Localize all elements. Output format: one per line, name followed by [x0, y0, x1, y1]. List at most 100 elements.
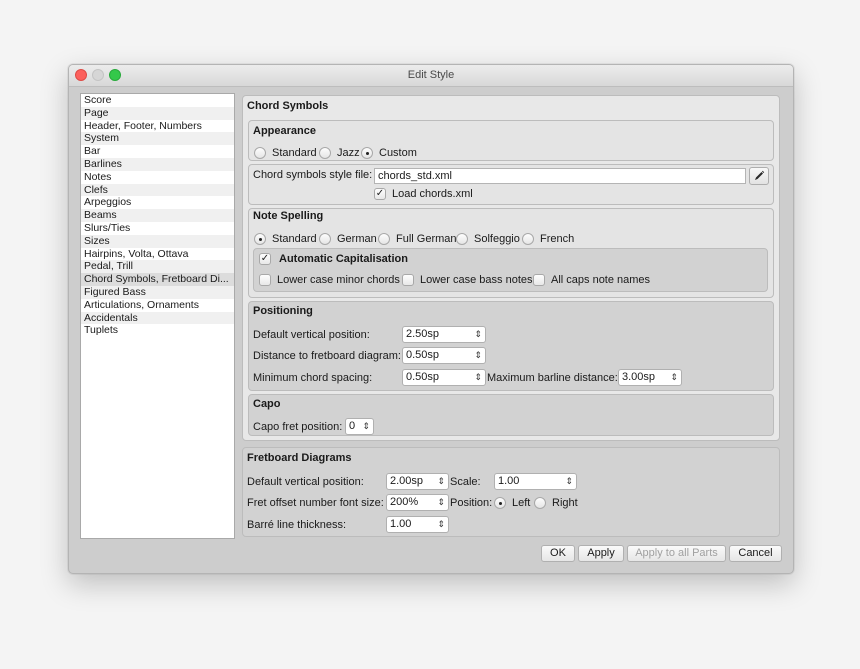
cancel-button[interactable]: Cancel [729, 545, 782, 562]
sidebar-item[interactable]: Articulations, Ornaments [81, 299, 234, 312]
position-right-label: Right [552, 497, 578, 509]
sidebar-item[interactable]: Tuplets [81, 324, 234, 337]
edit-style-file-button[interactable] [749, 167, 769, 185]
sidebar-item[interactable]: Barlines [81, 157, 234, 171]
sidebar-item[interactable]: Pedal, Trill [81, 260, 234, 274]
max-barline-value: 3.00sp [622, 371, 656, 383]
fretboard-distance-label: Distance to fretboard diagram: [253, 350, 401, 362]
min-spacing-label: Minimum chord spacing: [253, 372, 373, 384]
spin-arrows-icon: ⇕ [565, 476, 573, 486]
load-chords-label: Load chords.xml [392, 188, 473, 200]
edit-style-window: Edit Style Score Page Header, Footer, Numb… [68, 64, 794, 574]
sidebar-item[interactable]: Clefs [81, 183, 234, 197]
spin-arrows-icon: ⇕ [437, 497, 445, 507]
capo-fret-spinbox[interactable]: 0 ⇕ [345, 418, 374, 435]
fretboard-distance-spinbox[interactable]: 0.50sp ⇕ [402, 347, 486, 364]
spelling-german-radio[interactable] [319, 233, 331, 245]
scale-label: Scale: [450, 476, 481, 488]
appearance-standard-radio[interactable] [254, 147, 266, 159]
spelling-solfeggio-label: Solfeggio [474, 233, 520, 245]
sidebar-item[interactable]: Notes [81, 171, 234, 184]
min-spacing-spinbox[interactable]: 0.50sp ⇕ [402, 369, 486, 386]
pencil-icon [755, 170, 765, 180]
auto-capitalisation-checkbox[interactable]: ✓ [259, 253, 271, 265]
fretboard-default-vertical-label: Default vertical position: [247, 476, 364, 488]
sidebar-item[interactable]: Arpeggios [81, 196, 234, 209]
lower-case-minor-label: Lower case minor chords [277, 274, 400, 286]
spin-arrows-icon: ⇕ [362, 421, 370, 431]
spelling-german-label: German [337, 233, 377, 245]
spin-arrows-icon: ⇕ [474, 372, 482, 382]
positioning-heading: Positioning [253, 305, 313, 317]
spelling-standard-radio[interactable] [254, 233, 266, 245]
apply-to-all-parts-button[interactable]: Apply to all Parts [627, 545, 726, 562]
sidebar-item[interactable]: Beams [81, 209, 234, 222]
spelling-full-german-label: Full German [396, 233, 457, 245]
apply-button[interactable]: Apply [578, 545, 624, 562]
font-size-label: Fret offset number font size: [247, 497, 384, 509]
lower-case-bass-label: Lower case bass notes [420, 274, 533, 286]
fretboard-heading: Fretboard Diagrams [247, 452, 352, 464]
lower-case-minor-checkbox[interactable] [259, 274, 271, 286]
position-label: Position: [450, 497, 493, 509]
sidebar-item[interactable]: Score [81, 94, 234, 107]
sidebar-item[interactable]: Header, Footer, Numbers [81, 120, 234, 133]
spelling-standard-label: Standard [272, 233, 317, 245]
load-chords-checkbox[interactable]: ✓ [374, 188, 386, 200]
appearance-custom-radio[interactable] [361, 147, 373, 159]
capo-fret-label: Capo fret position: [253, 421, 343, 433]
sidebar-item[interactable]: Slurs/Ties [81, 222, 234, 235]
fretboard-distance-value: 0.50sp [406, 349, 440, 361]
barre-label: Barré line thickness: [247, 519, 347, 531]
spin-arrows-icon: ⇕ [474, 329, 482, 339]
max-barline-spinbox[interactable]: 3.00sp ⇕ [618, 369, 682, 386]
spin-arrows-icon: ⇕ [474, 350, 482, 360]
capo-fret-value: 0 [349, 420, 356, 432]
capo-heading: Capo [253, 398, 281, 410]
spelling-solfeggio-radio[interactable] [456, 233, 468, 245]
style-file-input[interactable]: chords_std.xml [374, 168, 746, 184]
style-file-label: Chord symbols style file: [253, 169, 373, 181]
appearance-standard-label: Standard [272, 147, 317, 159]
sidebar-item[interactable]: Page [81, 106, 234, 120]
appearance-heading: Appearance [253, 125, 316, 137]
all-caps-checkbox[interactable] [533, 274, 545, 286]
appearance-custom-label: Custom [379, 147, 417, 159]
barre-value: 1.00 [390, 518, 412, 530]
ok-button[interactable]: OK [541, 545, 575, 562]
sidebar-item[interactable]: Sizes [81, 234, 234, 248]
style-category-list[interactable]: Score Page Header, Footer, Numbers System Ba… [80, 93, 235, 539]
window-title: Edit Style [407, 69, 455, 81]
lower-case-bass-checkbox[interactable] [402, 274, 414, 286]
fretboard-default-vertical-value: 2.00sp [390, 475, 424, 487]
barre-spinbox[interactable]: 1.00 ⇕ [386, 516, 449, 533]
spin-arrows-icon: ⇕ [437, 519, 445, 529]
spelling-full-german-radio[interactable] [378, 233, 390, 245]
position-left-radio[interactable] [494, 497, 506, 509]
max-barline-label: Maximum barline distance: [487, 372, 618, 384]
appearance-jazz-radio[interactable] [319, 147, 331, 159]
spelling-french-label: French [540, 233, 575, 245]
fretboard-default-vertical-spinbox[interactable]: 2.00sp ⇕ [386, 473, 449, 490]
font-size-spinbox[interactable]: 200% ⇕ [386, 494, 449, 511]
title-bar: Edit Style [69, 65, 793, 87]
position-right-radio[interactable] [534, 497, 546, 509]
default-vertical-value: 2.50sp [406, 328, 440, 340]
sidebar-item[interactable]: System [81, 132, 234, 146]
sidebar-item[interactable]: Chord Symbols, Fretboard Di... [81, 273, 234, 286]
default-vertical-spinbox[interactable]: 2.50sp ⇕ [402, 326, 486, 343]
sidebar-item[interactable]: Hairpins, Volta, Ottava [81, 248, 234, 261]
scale-value: 1.00 [498, 475, 520, 487]
spelling-french-radio[interactable] [522, 233, 534, 245]
auto-capitalisation-label: Automatic Capitalisation [279, 253, 408, 265]
note-spelling-heading: Note Spelling [253, 210, 324, 222]
default-vertical-label: Default vertical position: [253, 329, 370, 341]
position-left-label: Left [512, 497, 531, 509]
sidebar-item[interactable]: Bar [81, 145, 234, 158]
spin-arrows-icon: ⇕ [670, 372, 678, 382]
sidebar-item[interactable]: Figured Bass [81, 285, 234, 299]
scale-spinbox[interactable]: 1.00 ⇕ [494, 473, 577, 490]
sidebar-item[interactable]: Accidentals [81, 311, 234, 325]
appearance-jazz-label: Jazz [337, 147, 360, 159]
all-caps-label: All caps note names [551, 274, 651, 286]
